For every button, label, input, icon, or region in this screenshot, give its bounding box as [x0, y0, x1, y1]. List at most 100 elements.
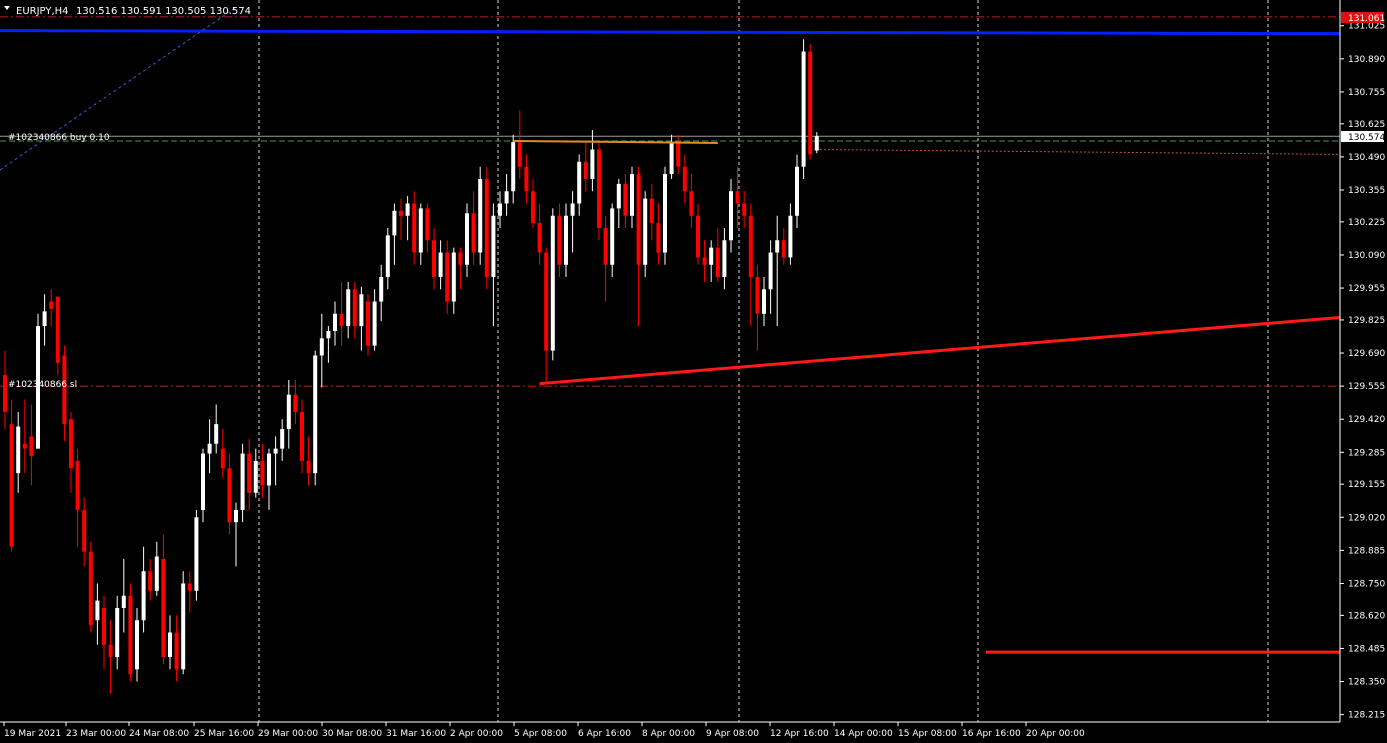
candle-body [478, 178, 483, 253]
candle [194, 509, 199, 601]
candle [181, 571, 186, 675]
x-tick-label: 23 Mar 00:00 [66, 729, 126, 739]
candle [88, 541, 93, 633]
candle-body [161, 558, 166, 658]
candle-body [577, 161, 582, 204]
candle-body [709, 247, 714, 265]
candle-body [768, 252, 773, 290]
y-tick-label: 128.620 [1348, 611, 1385, 621]
candle-body [42, 311, 47, 327]
candle-body [702, 257, 707, 265]
candle-body [511, 142, 516, 192]
candle [663, 166, 667, 265]
x-tick-label: 19 Mar 2021 [4, 729, 61, 739]
candle-body [3, 375, 7, 412]
candle-body [748, 215, 753, 278]
x-tick-label: 6 Apr 16:00 [578, 729, 631, 739]
y-tick-label: 128.485 [1348, 644, 1385, 654]
candle-body [537, 223, 542, 253]
candle-body [564, 215, 568, 265]
candle-body [814, 136, 819, 151]
candle-body [29, 436, 34, 456]
x-tick-label: 9 Apr 08:00 [706, 729, 759, 739]
candle-body [115, 608, 120, 658]
candle-body [742, 203, 747, 216]
x-tick-label: 29 Mar 00:00 [258, 729, 318, 739]
candle-body [583, 161, 588, 179]
candle-body [755, 277, 760, 314]
candle-body [280, 429, 285, 449]
x-tick-label: 30 Mar 08:00 [322, 729, 382, 739]
candle-body [438, 252, 443, 278]
candle-body [498, 203, 502, 216]
candle-body [715, 247, 720, 278]
y-tick-label: 129.285 [1348, 448, 1385, 458]
candle-body [102, 608, 106, 645]
candle-body [682, 166, 687, 192]
candle [478, 166, 483, 265]
x-tick-label: 20 Apr 00:00 [1026, 729, 1085, 739]
candle-body [623, 183, 628, 216]
y-tick-label: 130.225 [1348, 218, 1385, 228]
candle-body [293, 394, 298, 412]
candle-body [491, 215, 496, 278]
candle-body [610, 208, 615, 265]
candle-body [108, 644, 113, 658]
candle-body [121, 595, 126, 608]
candle-body [795, 166, 799, 216]
candle-body [669, 142, 674, 175]
candle-body [95, 600, 100, 621]
order-buy-label: #102340866 buy 0.10 [8, 133, 110, 143]
candle [550, 208, 555, 361]
candle-body [234, 509, 238, 523]
candle-body [689, 191, 694, 216]
candle-body [550, 215, 555, 351]
candle-body [663, 174, 667, 253]
resistance-line [625, 140, 718, 144]
y-tick-label: 130.890 [1348, 55, 1385, 65]
candle [808, 44, 813, 160]
candle-body [207, 443, 212, 454]
candle-body [359, 294, 364, 327]
candle-body [366, 301, 370, 346]
candle-body [306, 460, 311, 474]
candle [484, 166, 489, 290]
candle-body [504, 191, 509, 204]
candle-body [75, 460, 80, 510]
candle-body [326, 330, 331, 339]
price-chart[interactable]: 131.025130.890130.755130.625130.490130.3… [0, 0, 1387, 743]
candle-body [333, 313, 337, 331]
order-sl-label: #102340866 sl [8, 380, 77, 390]
candle-body [729, 191, 733, 241]
candle-body [412, 203, 417, 253]
candle-body [128, 595, 133, 675]
candle-body [168, 632, 172, 658]
x-tick-label: 14 Apr 00:00 [834, 729, 893, 739]
candle-body [590, 149, 595, 179]
x-tick-label: 24 Mar 08:00 [129, 729, 189, 739]
candle-body [418, 208, 423, 253]
y-tick-label: 129.420 [1348, 415, 1385, 425]
candle-body [524, 166, 529, 192]
y-tick-label: 129.825 [1348, 316, 1385, 326]
candle-body [544, 252, 549, 351]
resistance-line [513, 139, 626, 143]
candle-body [240, 453, 245, 510]
candle-body [379, 277, 384, 302]
price-tag-top: 131.061 [1341, 12, 1385, 24]
candle-body [385, 235, 390, 278]
candle-body [722, 240, 727, 278]
candle-body [597, 149, 601, 228]
candle-body [9, 424, 14, 547]
candle-body [451, 252, 456, 302]
candle-body [471, 213, 476, 253]
candle-body [141, 571, 146, 621]
x-tick-label: 2 Apr 00:00 [450, 729, 503, 739]
candle-body [187, 583, 192, 591]
candle-body [801, 51, 806, 167]
candle-body [405, 203, 410, 216]
candle-body [557, 215, 562, 265]
candle [597, 142, 601, 241]
ohlc-readout: 130.516 130.591 130.505 130.574 [76, 6, 251, 17]
candle-body [154, 556, 159, 591]
